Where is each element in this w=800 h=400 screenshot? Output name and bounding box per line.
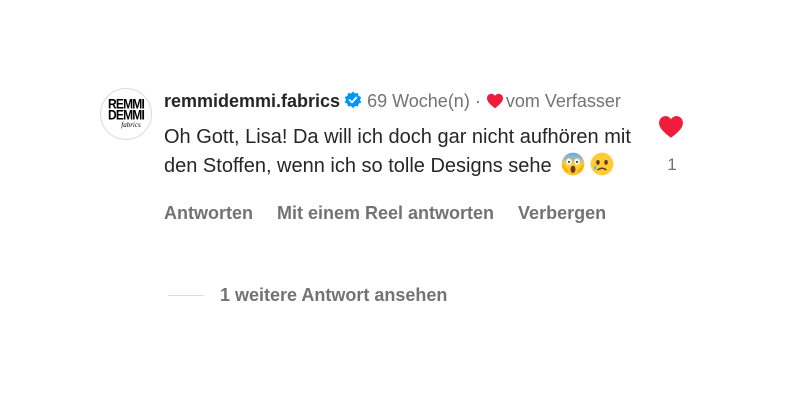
view-more-replies-button[interactable]: 1 weitere Antwort ansehen xyxy=(168,283,447,307)
avatar-logo-line-2: DEMMI xyxy=(108,106,145,123)
view-more-replies-label: 1 weitere Antwort ansehen xyxy=(220,284,448,305)
avatar[interactable]: REMMI DEMMI fabrics xyxy=(100,88,152,140)
hide-button[interactable]: Verbergen xyxy=(518,203,606,223)
time-ago[interactable]: 69 Woche(n) xyxy=(367,91,470,111)
face-screaming-in-fear-icon xyxy=(560,151,586,185)
reply-with-reel-button[interactable]: Mit einem Reel antworten xyxy=(277,203,494,223)
username[interactable]: remmidemmi.fabrics xyxy=(164,91,340,111)
meta-separator: · xyxy=(474,91,481,111)
face-holding-back-tears-icon xyxy=(589,151,615,185)
comment-text-block: Oh Gott, Lisa! Da will ich doch gar nich… xyxy=(164,124,634,185)
comment-thread: REMMI DEMMI fabrics remmidemmi.fabrics 6… xyxy=(0,0,800,400)
reply-button[interactable]: Antworten xyxy=(164,203,253,223)
replies-divider-line xyxy=(168,294,204,296)
like-count[interactable]: 1 xyxy=(665,155,679,175)
liked-by-author-label: vom Verfasser xyxy=(505,91,621,111)
verified-badge-icon xyxy=(344,90,362,116)
like-heart-icon[interactable] xyxy=(658,115,684,139)
comment-body: remmidemmi.fabrics 69 Woche(n) · vom Ver… xyxy=(164,88,634,225)
heart-icon xyxy=(486,90,504,116)
comment-header: remmidemmi.fabrics 69 Woche(n) · vom Ver… xyxy=(164,88,634,116)
comment-actions: Antworten Mit einem Reel antworten Verberg… xyxy=(164,201,634,225)
